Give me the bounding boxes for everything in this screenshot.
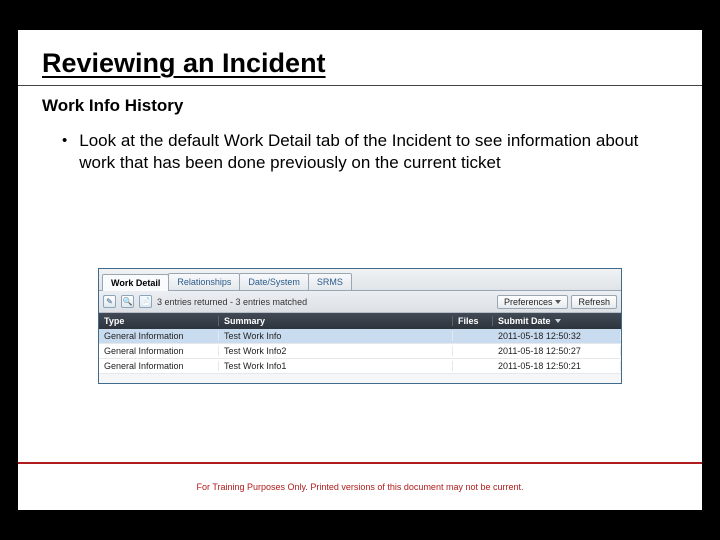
toolbar-right: Preferences Refresh — [497, 295, 617, 309]
cell-summary: Test Work Info2 — [219, 346, 453, 356]
entries-count-text: 3 entries returned - 3 entries matched — [157, 297, 307, 307]
slide-subtitle: Work Info History — [18, 86, 702, 124]
footer-text: For Training Purposes Only. Printed vers… — [18, 482, 702, 492]
col-header-submit-date-label: Submit Date — [498, 316, 551, 326]
table-row[interactable]: General Information Test Work Info1 2011… — [99, 359, 621, 374]
create-icon[interactable]: ✎ — [103, 295, 116, 308]
tab-work-detail[interactable]: Work Detail — [102, 274, 169, 291]
col-header-summary[interactable]: Summary — [219, 316, 453, 326]
grid-body: General Information Test Work Info 2011-… — [99, 329, 621, 374]
col-header-submit-date[interactable]: Submit Date — [493, 316, 621, 326]
cell-summary: Test Work Info1 — [219, 361, 453, 371]
cell-type: General Information — [99, 361, 219, 371]
sort-desc-icon — [555, 319, 561, 323]
cell-type: General Information — [99, 346, 219, 356]
chevron-down-icon — [555, 300, 561, 304]
cell-date: 2011-05-18 12:50:32 — [493, 331, 621, 341]
footer-rule — [18, 462, 702, 464]
toolbar: ✎ 🔍 📄 3 entries returned - 3 entries mat… — [99, 291, 621, 313]
bullet-text: Look at the default Work Detail tab of t… — [79, 130, 674, 174]
bullet-item: • Look at the default Work Detail tab of… — [62, 130, 674, 174]
col-header-files[interactable]: Files — [453, 316, 493, 326]
cell-type: General Information — [99, 331, 219, 341]
slide-title: Reviewing an Incident — [18, 30, 702, 85]
bullet-dot: • — [62, 130, 67, 152]
table-row[interactable]: General Information Test Work Info 2011-… — [99, 329, 621, 344]
work-detail-screenshot: Work Detail Relationships Date/System SR… — [98, 268, 622, 384]
tab-bar: Work Detail Relationships Date/System SR… — [99, 269, 621, 291]
table-row[interactable]: General Information Test Work Info2 2011… — [99, 344, 621, 359]
slide: Reviewing an Incident Work Info History … — [18, 30, 702, 510]
cell-summary: Test Work Info — [219, 331, 453, 341]
tab-relationships[interactable]: Relationships — [168, 273, 240, 290]
preferences-label: Preferences — [504, 297, 553, 307]
grid-header: Type Summary Files Submit Date — [99, 313, 621, 329]
tab-srms[interactable]: SRMS — [308, 273, 352, 290]
tab-date-system[interactable]: Date/System — [239, 273, 309, 290]
cell-date: 2011-05-18 12:50:21 — [493, 361, 621, 371]
preferences-button[interactable]: Preferences — [497, 295, 569, 309]
col-header-type[interactable]: Type — [99, 316, 219, 326]
refresh-button[interactable]: Refresh — [571, 295, 617, 309]
bullet-list: • Look at the default Work Detail tab of… — [18, 124, 702, 174]
report-icon[interactable]: 📄 — [139, 295, 152, 308]
view-icon[interactable]: 🔍 — [121, 295, 134, 308]
toolbar-left: ✎ 🔍 📄 3 entries returned - 3 entries mat… — [103, 295, 307, 308]
cell-date: 2011-05-18 12:50:27 — [493, 346, 621, 356]
